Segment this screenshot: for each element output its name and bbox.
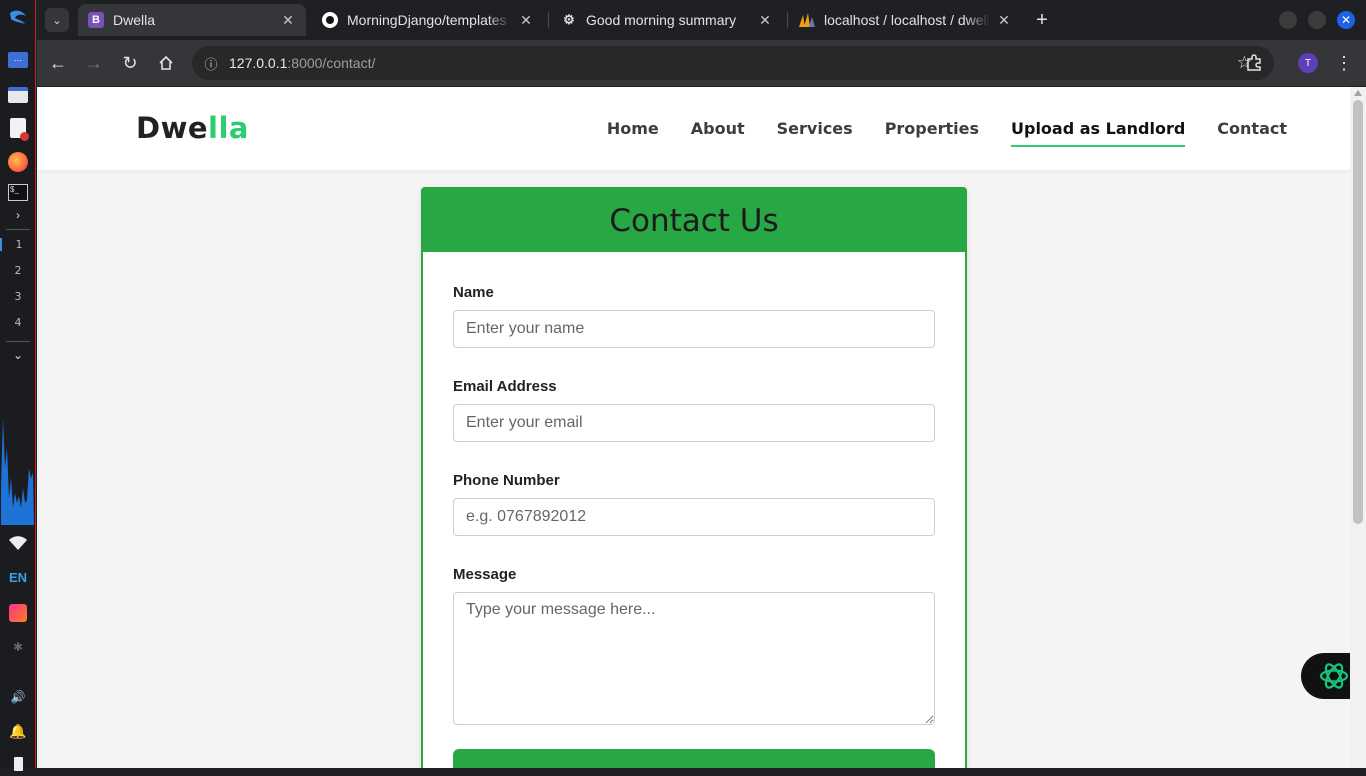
tab-phpmyadmin[interactable]: localhost / localhost / dwella ✕	[789, 4, 1022, 36]
nav-about[interactable]: About	[691, 119, 745, 147]
logo-accent-text: lla	[208, 111, 249, 145]
minimize-button[interactable]	[1279, 11, 1297, 29]
scroll-up-arrow-icon[interactable]	[1354, 90, 1362, 96]
tab-dwella[interactable]: B Dwella ✕	[78, 4, 306, 36]
nav-properties[interactable]: Properties	[885, 119, 979, 147]
phpmyadmin-icon	[799, 12, 815, 28]
dock-divider	[6, 341, 30, 342]
site-navbar: Dwella Home About Services Properties Up…	[37, 87, 1350, 170]
volume-icon[interactable]: 🔊	[6, 685, 30, 709]
home-icon[interactable]	[153, 50, 179, 76]
reload-icon[interactable]: ↻	[117, 50, 143, 76]
name-label: Name	[453, 284, 494, 301]
nav-upload-as-landlord[interactable]: Upload as Landlord	[1011, 119, 1186, 147]
desktop-icon[interactable]: …	[6, 48, 30, 72]
workspace-2[interactable]: 2	[0, 264, 36, 277]
forward-arrow-icon[interactable]: →	[81, 50, 107, 76]
close-icon[interactable]: ✕	[996, 12, 1012, 29]
page-viewport: Dwella Home About Services Properties Up…	[37, 87, 1366, 768]
bluetooth-icon[interactable]: ✱	[6, 635, 30, 659]
contact-form-card: Contact Us Name Email Address Phone Numb…	[421, 187, 967, 768]
more-menu-icon[interactable]: ⋮	[1331, 50, 1357, 76]
site-logo[interactable]: Dwella	[136, 111, 249, 145]
new-tab-button[interactable]: +	[1030, 8, 1054, 32]
tab-search-button[interactable]: ⌄	[45, 8, 69, 32]
name-input[interactable]	[453, 310, 935, 348]
nav-home[interactable]: Home	[607, 119, 659, 147]
tab-github[interactable]: MorningDjango/templates ✕	[312, 4, 544, 36]
cpu-usage-graph	[1, 418, 34, 525]
address-bar[interactable]: ⓘ 127.0.0.1:8000/contact/ ☆	[192, 46, 1274, 80]
phone-label: Phone Number	[453, 472, 560, 489]
jetbrains-toolbox-icon[interactable]	[6, 601, 30, 625]
back-arrow-icon[interactable]: ←	[45, 50, 71, 76]
notification-bell-icon[interactable]: 🔔	[6, 719, 30, 743]
tab-title: Dwella	[113, 12, 156, 28]
site-info-icon[interactable]: ⓘ	[202, 54, 220, 72]
wifi-icon[interactable]	[6, 531, 30, 555]
url-text[interactable]: 127.0.0.1:8000/contact/	[229, 55, 375, 71]
system-dock: … $_ › 1 2 3 4 ⌄ EN ✱ 🔊 🔔	[0, 0, 36, 771]
close-icon[interactable]: ✕	[518, 12, 534, 29]
submit-button[interactable]	[453, 749, 935, 768]
maximize-button[interactable]	[1308, 11, 1326, 29]
browser-tab-strip: ⌄ B Dwella ✕ MorningDjango/templates ✕ ⚙…	[37, 0, 1366, 40]
nav-contact[interactable]: Contact	[1217, 119, 1287, 147]
keyboard-language-indicator[interactable]: EN	[6, 565, 30, 589]
contact-form: Name Email Address Phone Number Message	[453, 284, 935, 768]
nav-links: Home About Services Properties Upload as…	[607, 119, 1287, 147]
tab-separator	[787, 12, 788, 28]
chevron-down-icon[interactable]: ⌄	[6, 343, 30, 367]
tab-title: MorningDjango/templates	[347, 12, 507, 28]
battery-icon	[6, 752, 30, 776]
chevron-right-icon[interactable]: ›	[6, 203, 30, 227]
page-scrollbar[interactable]	[1350, 87, 1366, 768]
terminal-icon[interactable]: $_	[6, 180, 30, 204]
close-icon[interactable]: ✕	[280, 12, 296, 29]
tab-separator	[548, 12, 549, 28]
bootstrap-icon: B	[88, 12, 104, 28]
url-path: :8000/contact/	[287, 55, 376, 71]
page-title: Contact Us	[609, 202, 779, 239]
file-manager-icon[interactable]	[6, 83, 30, 107]
scrollbar-thumb[interactable]	[1353, 100, 1363, 524]
email-input[interactable]	[453, 404, 935, 442]
window-close-button[interactable]: ✕	[1337, 11, 1355, 29]
profile-avatar[interactable]: T	[1298, 53, 1318, 73]
tab-chatgpt[interactable]: ⚙ Good morning summary ✕	[551, 4, 783, 36]
phone-input[interactable]	[453, 498, 935, 536]
email-label: Email Address	[453, 378, 557, 395]
url-host: 127.0.0.1	[229, 55, 288, 71]
firefox-icon[interactable]	[6, 150, 30, 174]
text-editor-icon[interactable]	[6, 116, 30, 141]
tab-title: Good morning summary	[586, 12, 737, 28]
message-label: Message	[453, 566, 517, 583]
github-icon	[322, 12, 338, 28]
dock-divider	[6, 229, 30, 230]
close-icon[interactable]: ✕	[757, 12, 773, 29]
logo-text: Dwe	[136, 111, 209, 145]
card-header: Contact Us	[423, 189, 965, 252]
browser-toolbar: ← → ↻ ⓘ 127.0.0.1:8000/contact/ ☆ T ⋮	[37, 40, 1366, 86]
extensions-icon[interactable]	[1241, 50, 1267, 76]
workspace-3[interactable]: 3	[0, 290, 36, 303]
kali-menu-icon[interactable]	[6, 6, 30, 30]
workspace-1[interactable]: 1	[0, 238, 36, 251]
nav-services[interactable]: Services	[777, 119, 853, 147]
message-textarea[interactable]	[453, 592, 935, 725]
tab-title: localhost / localhost / dwella	[824, 12, 990, 28]
openai-icon: ⚙	[563, 12, 575, 27]
openai-icon	[1319, 663, 1348, 689]
workspace-4[interactable]: 4	[0, 316, 36, 329]
